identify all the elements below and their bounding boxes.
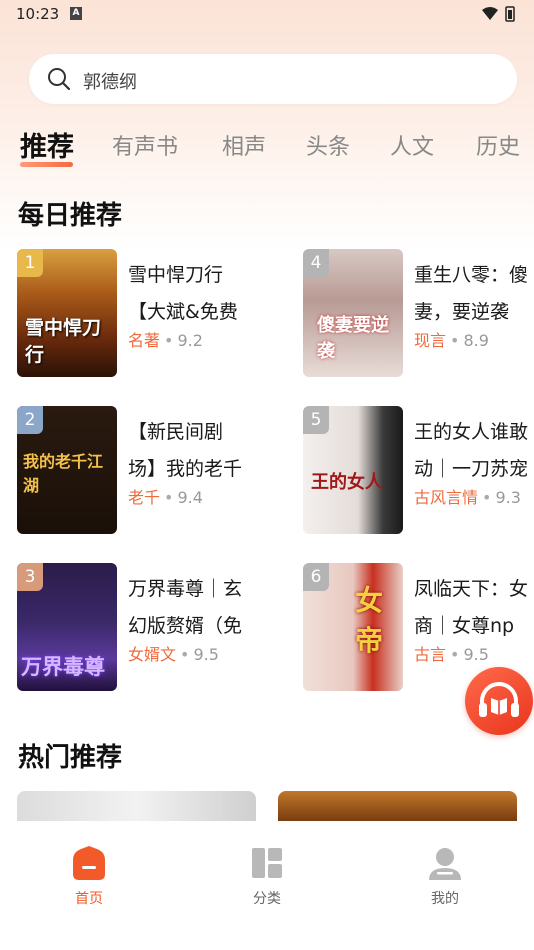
search-icon xyxy=(48,68,71,91)
book-tag: 老千 xyxy=(128,488,161,507)
rank-badge: 4 xyxy=(303,249,329,277)
cover-title: 雪中悍刀行 xyxy=(25,317,102,366)
daily-section-title: 每日推荐 xyxy=(18,201,123,231)
tab-humanities[interactable]: 人文 xyxy=(390,129,434,161)
book-cover[interactable]: 5 王的女人 xyxy=(303,406,403,534)
book-title: 万界毒尊｜玄 幻版赘婿（免 xyxy=(128,578,243,637)
book-card[interactable]: 5 王的女人 王的女人谁敢 动｜一刀苏宠 古风言情 • 9.3 xyxy=(303,406,534,536)
tab-recommend[interactable]: 推荐 xyxy=(20,125,74,164)
home-icon xyxy=(73,846,105,880)
cover-title: 女帝 xyxy=(355,584,384,657)
rank-badge: 6 xyxy=(303,563,329,591)
tab-active-indicator xyxy=(20,162,73,167)
book-card[interactable]: 1 雪中悍刀行 雪中悍刀行 【大斌&免费 名著 • 9.2 xyxy=(17,249,267,379)
rank-badge: 1 xyxy=(17,249,43,277)
cover-title: 傻妻要逆袭 xyxy=(317,315,389,362)
headphones-icon xyxy=(479,682,519,717)
book-tag: 名著 xyxy=(128,331,161,350)
book-cover[interactable]: 6 女帝 xyxy=(303,563,403,691)
hot-book-cover[interactable] xyxy=(278,791,517,821)
book-score: 9.2 xyxy=(177,331,203,350)
wifi-icon xyxy=(482,7,498,20)
status-icons xyxy=(480,5,520,27)
book-score: 9.3 xyxy=(495,488,521,507)
book-cover[interactable]: 3 万界毒尊 xyxy=(17,563,117,691)
search-bar[interactable]: 郭德纲 xyxy=(29,54,517,104)
category-icon xyxy=(252,848,282,878)
book-tag: 古言 xyxy=(414,645,447,664)
hot-book-cover[interactable] xyxy=(17,791,256,821)
rank-badge: 3 xyxy=(17,563,43,591)
book-tag: 古风言情 xyxy=(414,488,479,507)
cover-title: 王的女人 xyxy=(311,472,383,493)
cover-title: 我的老千江湖 xyxy=(23,452,104,495)
nav-home-label: 首页 xyxy=(75,891,103,907)
book-meta: 古言 • 9.5 xyxy=(414,645,489,664)
book-score: 8.9 xyxy=(463,331,489,350)
book-meta: 名著 • 9.2 xyxy=(128,331,203,350)
search-input[interactable]: 郭德纲 xyxy=(83,68,137,94)
book-cover[interactable]: 4 傻妻要逆袭 xyxy=(303,249,403,377)
book-title: 王的女人谁敢 动｜一刀苏宠 xyxy=(414,421,529,480)
book-title: 雪中悍刀行 【大斌&免费 xyxy=(128,264,238,323)
book-meta: 现言 • 8.9 xyxy=(414,331,489,350)
book-title: 凤临天下：女 商｜女尊np xyxy=(414,578,529,637)
book-cover[interactable]: 2 我的老千江湖 xyxy=(17,406,117,534)
bottom-navigation: 首页 分类 我的 xyxy=(0,822,534,950)
nav-category[interactable]: 分类 xyxy=(227,846,307,907)
status-bar: 10:23 A xyxy=(0,0,534,28)
notification-icon: A xyxy=(70,7,82,20)
profile-icon xyxy=(429,848,461,880)
hot-section-title: 热门推荐 xyxy=(18,743,123,773)
book-title: 【新民间剧 场】我的老千 xyxy=(128,421,243,480)
book-title: 重生八零：傻 妻，要逆袭 xyxy=(414,264,529,323)
book-meta: 古风言情 • 9.3 xyxy=(414,488,521,507)
book-card[interactable]: 3 万界毒尊 万界毒尊｜玄 幻版赘婿（免 女婿文 • 9.5 xyxy=(17,563,267,693)
battery-icon xyxy=(505,6,515,22)
book-card[interactable]: 2 我的老千江湖 【新民间剧 场】我的老千 老千 • 9.4 xyxy=(17,406,267,536)
book-score: 9.5 xyxy=(193,645,219,664)
tab-headlines[interactable]: 头条 xyxy=(306,129,350,161)
book-tag: 女婿文 xyxy=(128,645,177,664)
book-tag: 现言 xyxy=(414,331,447,350)
nav-home[interactable]: 首页 xyxy=(49,846,129,907)
book-card[interactable]: 4 傻妻要逆袭 重生八零：傻 妻，要逆袭 现言 • 8.9 xyxy=(303,249,534,379)
book-meta: 老千 • 9.4 xyxy=(128,488,203,507)
nav-profile-label: 我的 xyxy=(431,891,459,907)
status-time: 10:23 xyxy=(16,5,60,23)
book-cover[interactable]: 1 雪中悍刀行 xyxy=(17,249,117,377)
audio-player-button[interactable] xyxy=(465,667,533,735)
rank-badge: 2 xyxy=(17,406,43,434)
book-score: 9.5 xyxy=(463,645,489,664)
book-score: 9.4 xyxy=(177,488,203,507)
rank-badge: 5 xyxy=(303,406,329,434)
nav-profile[interactable]: 我的 xyxy=(405,846,485,907)
tab-history[interactable]: 历史 xyxy=(476,129,520,161)
book-meta: 女婿文 • 9.5 xyxy=(128,645,219,664)
tab-audiobook[interactable]: 有声书 xyxy=(112,129,178,161)
cover-title: 万界毒尊 xyxy=(21,655,105,679)
category-tabs: 推荐 有声书 相声 头条 人文 历史 xyxy=(0,125,534,175)
tab-crosstalk[interactable]: 相声 xyxy=(222,129,266,161)
nav-category-label: 分类 xyxy=(253,891,281,907)
